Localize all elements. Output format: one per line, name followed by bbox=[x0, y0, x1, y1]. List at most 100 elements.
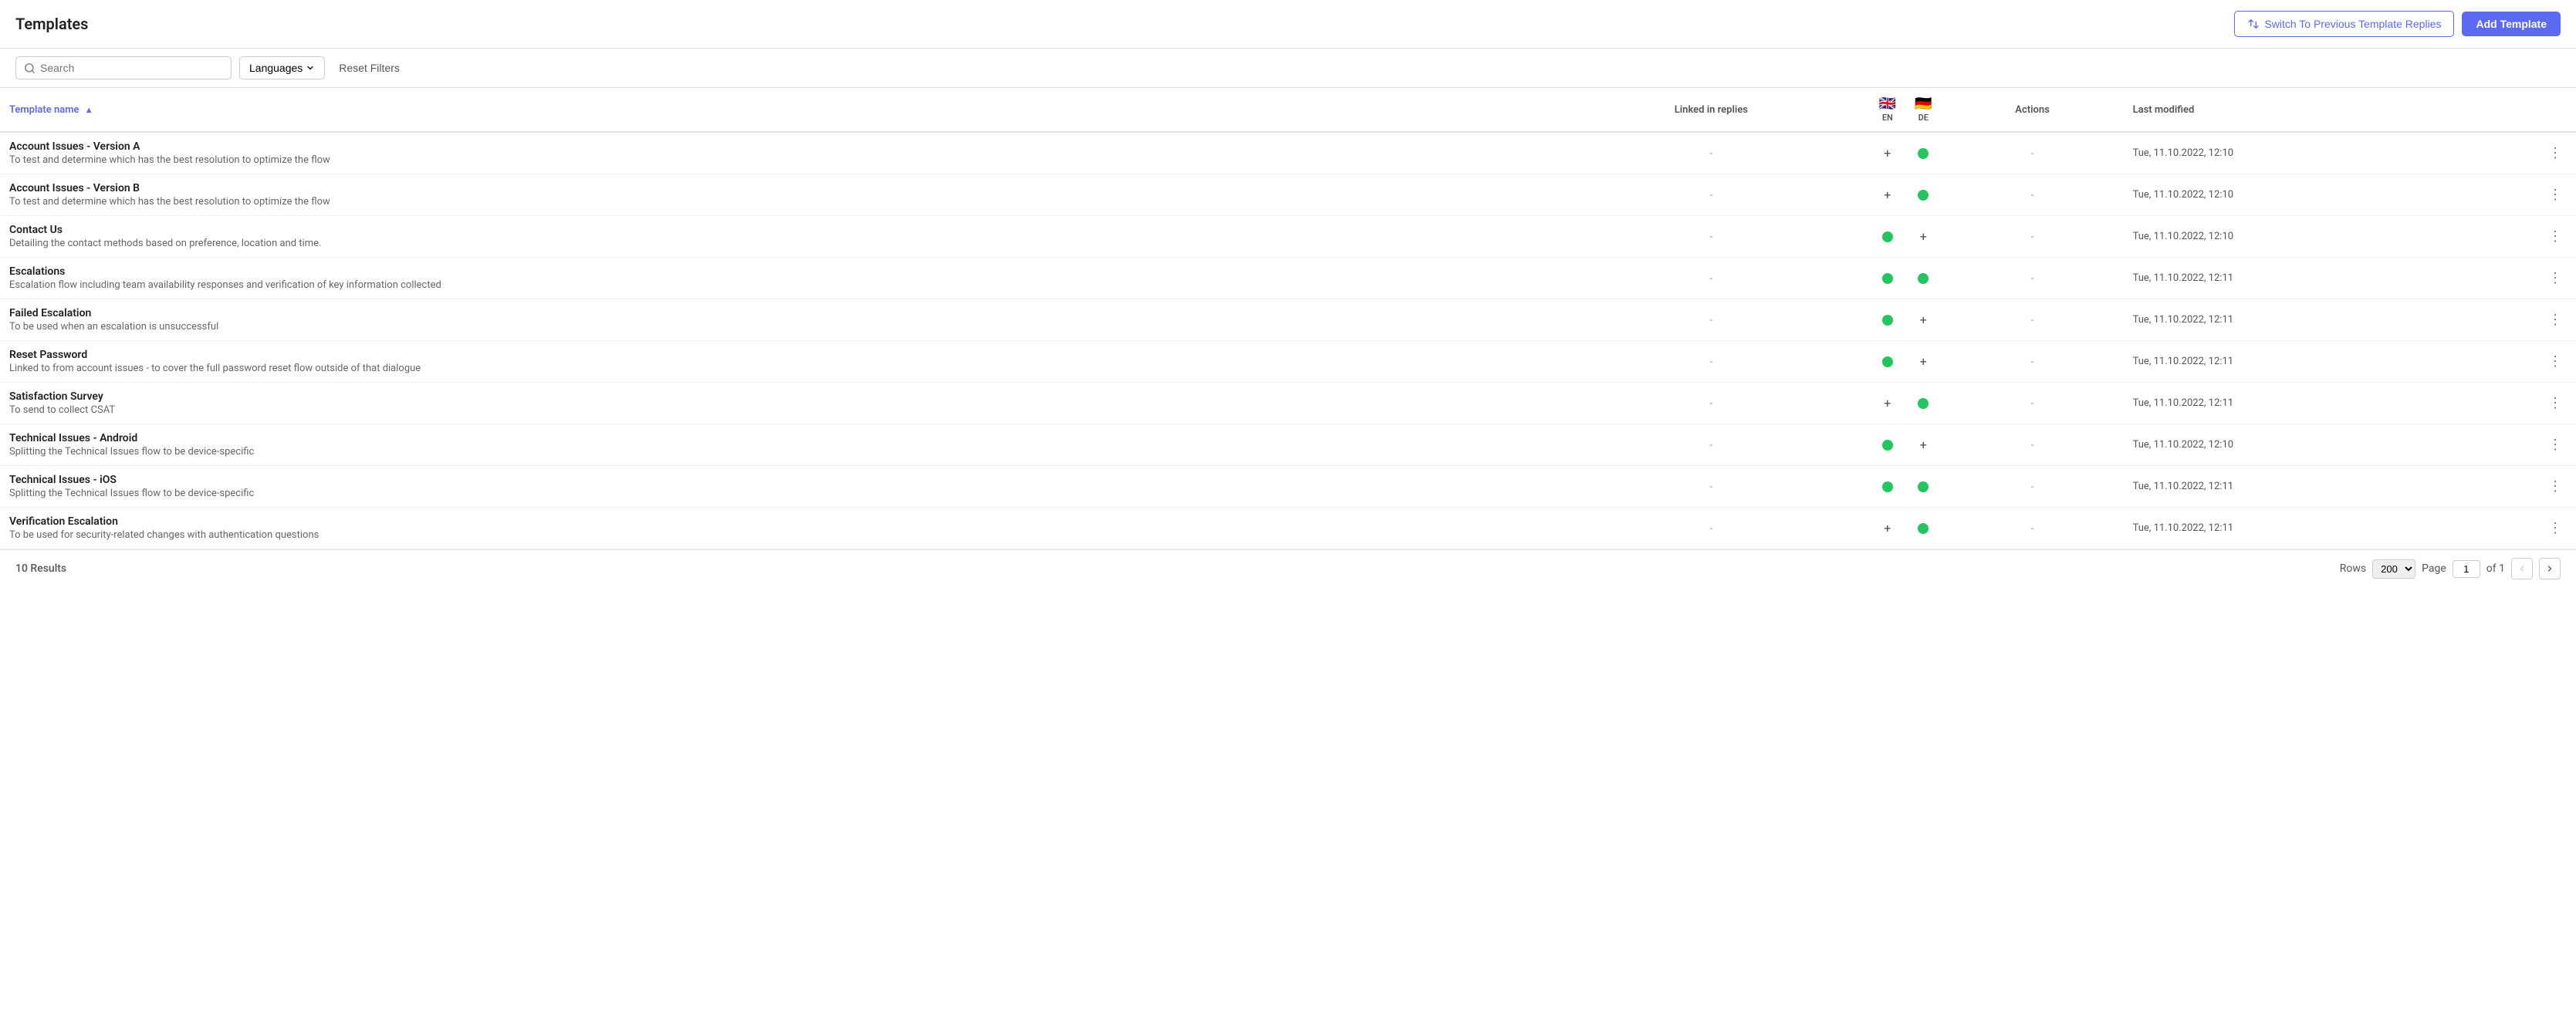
de-lang-cell bbox=[1905, 508, 1941, 549]
flag-en-header: 🇬🇧 bbox=[1879, 96, 1896, 112]
en-plus[interactable]: + bbox=[1881, 147, 1895, 160]
de-dot bbox=[1918, 190, 1929, 201]
chevron-left-icon bbox=[2517, 564, 2527, 573]
more-options-cell: ⋮ bbox=[2534, 258, 2576, 299]
more-options-cell: ⋮ bbox=[2534, 299, 2576, 341]
template-name[interactable]: Contact Us bbox=[9, 224, 1543, 236]
page-title: Templates bbox=[15, 15, 88, 33]
en-lang-cell: + bbox=[1870, 508, 1905, 549]
more-options-button[interactable]: ⋮ bbox=[2544, 310, 2567, 329]
more-options-button[interactable]: ⋮ bbox=[2544, 352, 2567, 371]
page-label: Page bbox=[2422, 562, 2446, 575]
modified-cell: Tue, 11.10.2022, 12:10 bbox=[2124, 424, 2534, 466]
de-lang-cell: + bbox=[1905, 216, 1941, 258]
prev-page-button[interactable] bbox=[2511, 558, 2533, 579]
linked-cell: - bbox=[1553, 216, 1870, 258]
template-desc: Linked to from account issues - to cover… bbox=[9, 363, 1543, 374]
de-lang-cell bbox=[1905, 132, 1941, 174]
more-options-cell: ⋮ bbox=[2534, 174, 2576, 216]
de-plus[interactable]: + bbox=[1916, 438, 1930, 452]
template-name[interactable]: Technical Issues - iOS bbox=[9, 474, 1543, 486]
template-name-cell: Technical Issues - Android Splitting the… bbox=[0, 424, 1553, 466]
actions-cell: - bbox=[1941, 299, 2123, 341]
search-input[interactable] bbox=[40, 62, 223, 74]
de-dot bbox=[1918, 481, 1929, 492]
more-options-cell: ⋮ bbox=[2534, 466, 2576, 508]
modified-cell: Tue, 11.10.2022, 12:11 bbox=[2124, 299, 2534, 341]
more-options-cell: ⋮ bbox=[2534, 424, 2576, 466]
templates-table-container: Template name ▲ Linked in replies 🇬🇧 EN … bbox=[0, 88, 2576, 549]
template-name-cell: Failed Escalation To be used when an esc… bbox=[0, 299, 1553, 341]
actions-cell: - bbox=[1941, 383, 2123, 424]
reset-filters-button[interactable]: Reset Filters bbox=[333, 57, 406, 79]
more-options-button[interactable]: ⋮ bbox=[2544, 518, 2567, 538]
languages-filter-button[interactable]: Languages bbox=[239, 56, 325, 79]
de-lang-cell: + bbox=[1905, 299, 1941, 341]
linked-cell: - bbox=[1553, 174, 1870, 216]
rows-label: Rows bbox=[2340, 562, 2366, 575]
template-desc: To be used when an escalation is unsucce… bbox=[9, 321, 1543, 333]
template-name[interactable]: Account Issues - Version B bbox=[9, 182, 1543, 194]
filter-bar: Languages Reset Filters bbox=[0, 49, 2576, 88]
add-template-button[interactable]: Add Template bbox=[2462, 12, 2561, 36]
more-options-button[interactable]: ⋮ bbox=[2544, 393, 2567, 413]
flag-de-header: 🇩🇪 bbox=[1915, 96, 1932, 112]
modified-cell: Tue, 11.10.2022, 12:10 bbox=[2124, 174, 2534, 216]
modified-cell: Tue, 11.10.2022, 12:11 bbox=[2124, 341, 2534, 383]
pagination: Rows 200 100 50 Page of 1 bbox=[2340, 558, 2561, 579]
switch-template-button[interactable]: Switch To Previous Template Replies bbox=[2234, 11, 2454, 37]
de-plus[interactable]: + bbox=[1916, 230, 1930, 244]
template-desc: To test and determine which has the best… bbox=[9, 154, 1543, 166]
template-name[interactable]: Technical Issues - Android bbox=[9, 432, 1543, 444]
more-options-cell: ⋮ bbox=[2534, 132, 2576, 174]
de-lang-cell bbox=[1905, 466, 1941, 508]
linked-cell: - bbox=[1553, 466, 1870, 508]
table-row: Technical Issues - Android Splitting the… bbox=[0, 424, 2576, 466]
sort-arrow-icon: ▲ bbox=[85, 105, 93, 115]
more-options-button[interactable]: ⋮ bbox=[2544, 144, 2567, 163]
de-plus[interactable]: + bbox=[1916, 355, 1930, 369]
en-plus[interactable]: + bbox=[1881, 188, 1895, 202]
linked-cell: - bbox=[1553, 258, 1870, 299]
template-name[interactable]: Failed Escalation bbox=[9, 307, 1543, 319]
template-name[interactable]: Verification Escalation bbox=[9, 515, 1543, 528]
de-lang-cell bbox=[1905, 383, 1941, 424]
en-plus[interactable]: + bbox=[1881, 397, 1895, 410]
en-lang-cell bbox=[1870, 341, 1905, 383]
template-desc: To test and determine which has the best… bbox=[9, 196, 1543, 208]
more-options-cell: ⋮ bbox=[2534, 216, 2576, 258]
linked-cell: - bbox=[1553, 299, 1870, 341]
more-options-button[interactable]: ⋮ bbox=[2544, 435, 2567, 454]
template-name-cell: Account Issues - Version B To test and d… bbox=[0, 174, 1553, 216]
template-name[interactable]: Account Issues - Version A bbox=[9, 140, 1543, 153]
template-name-cell: Verification Escalation To be used for s… bbox=[0, 508, 1553, 549]
more-options-button[interactable]: ⋮ bbox=[2544, 227, 2567, 246]
col-last-modified: Last modified bbox=[2124, 88, 2534, 132]
template-name[interactable]: Escalations bbox=[9, 265, 1543, 278]
actions-cell: - bbox=[1941, 341, 2123, 383]
col-linked-in-replies: Linked in replies bbox=[1553, 88, 1870, 132]
en-plus[interactable]: + bbox=[1881, 522, 1895, 535]
en-dot bbox=[1882, 273, 1893, 284]
en-dot bbox=[1882, 356, 1893, 367]
actions-cell: - bbox=[1941, 508, 2123, 549]
linked-cell: - bbox=[1553, 341, 1870, 383]
modified-cell: Tue, 11.10.2022, 12:10 bbox=[2124, 216, 2534, 258]
actions-cell: - bbox=[1941, 424, 2123, 466]
modified-cell: Tue, 11.10.2022, 12:11 bbox=[2124, 466, 2534, 508]
template-name[interactable]: Reset Password bbox=[9, 349, 1543, 361]
de-plus[interactable]: + bbox=[1916, 313, 1930, 327]
actions-cell: - bbox=[1941, 258, 2123, 299]
page-input[interactable] bbox=[2453, 560, 2480, 578]
template-name[interactable]: Satisfaction Survey bbox=[9, 390, 1543, 403]
actions-cell: - bbox=[1941, 174, 2123, 216]
more-options-button[interactable]: ⋮ bbox=[2544, 477, 2567, 496]
col-template-name[interactable]: Template name ▲ bbox=[0, 88, 1553, 132]
rows-per-page-select[interactable]: 200 100 50 bbox=[2372, 559, 2415, 579]
more-options-button[interactable]: ⋮ bbox=[2544, 185, 2567, 204]
more-options-button[interactable]: ⋮ bbox=[2544, 269, 2567, 288]
table-body: Account Issues - Version A To test and d… bbox=[0, 132, 2576, 549]
next-page-button[interactable] bbox=[2539, 558, 2561, 579]
table-row: Failed Escalation To be used when an esc… bbox=[0, 299, 2576, 341]
footer: 10 Results Rows 200 100 50 Page of 1 bbox=[0, 549, 2576, 587]
